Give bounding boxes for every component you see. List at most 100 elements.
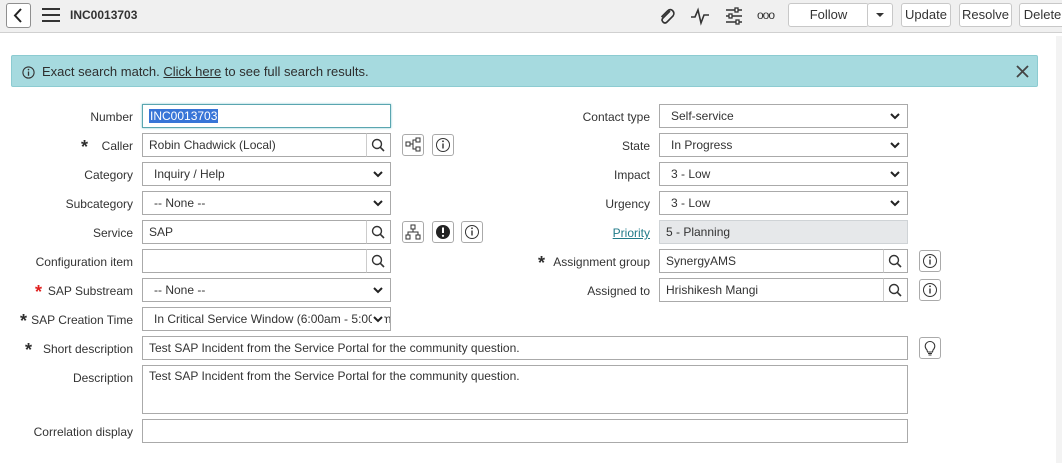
chevron-down-icon — [890, 113, 900, 120]
follow-dropdown-button[interactable] — [867, 3, 893, 27]
info-icon — [465, 225, 479, 239]
sap-creation-time-value: In Critical Service Window (6:00am - 5:0… — [154, 312, 391, 326]
short-description-field[interactable]: Test SAP Incident from the Service Porta… — [142, 336, 908, 360]
info-icon — [436, 138, 450, 152]
subcategory-label: Subcategory — [65, 197, 133, 211]
chevron-down-icon — [372, 312, 384, 326]
service-label: Service — [92, 226, 133, 240]
number-value: INC0013703 — [149, 109, 219, 123]
banner-text-after: to see full search results. — [221, 64, 369, 79]
assigned-to-label: Assigned to — [587, 284, 650, 298]
caller-lookup-button[interactable] — [366, 133, 391, 157]
hamburger-menu-icon[interactable] — [42, 8, 60, 22]
sap-substream-select[interactable]: -- None -- — [142, 278, 391, 302]
number-label: Number — [90, 110, 133, 124]
exclamation-icon — [436, 225, 450, 239]
chevron-down-icon — [373, 171, 383, 178]
sap-creation-time-select[interactable]: In Critical Service Window (6:00am - 5:0… — [142, 307, 391, 331]
subcategory-value: -- None -- — [154, 196, 206, 210]
assignment-group-label: Assignment group — [553, 255, 650, 269]
info-icon — [22, 66, 35, 79]
follow-button[interactable]: Follow — [788, 3, 869, 27]
category-select[interactable]: Inquiry / Help — [142, 162, 391, 186]
chevron-down-icon — [890, 171, 900, 178]
delete-button[interactable]: Delete — [1019, 3, 1062, 27]
resolve-button[interactable]: Resolve — [959, 3, 1012, 27]
service-map-button[interactable] — [402, 221, 424, 243]
search-icon — [888, 254, 902, 268]
subcategory-select[interactable]: -- None -- — [142, 191, 391, 215]
required-indicator: * — [81, 137, 89, 157]
assignment-group-field[interactable]: SynergyAMS — [659, 249, 884, 273]
search-icon — [888, 283, 902, 297]
required-indicator: * — [25, 340, 33, 360]
info-icon — [923, 283, 937, 297]
caller-hierarchy-button[interactable] — [402, 134, 424, 156]
urgency-value: 3 - Low — [671, 196, 711, 210]
paperclip-icon[interactable] — [657, 6, 677, 26]
state-label: State — [621, 139, 650, 153]
chevron-left-icon — [13, 8, 22, 23]
state-value: In Progress — [671, 138, 733, 152]
contact-type-value: Self-service — [671, 109, 734, 123]
state-select[interactable]: In Progress — [659, 133, 908, 157]
configuration-item-field[interactable] — [142, 249, 367, 273]
contact-type-label: Contact type — [582, 110, 650, 124]
configuration-item-label: Configuration item — [35, 255, 133, 269]
more-options-icon[interactable]: ooo — [757, 8, 775, 22]
search-icon — [371, 254, 385, 268]
correlation-display-field[interactable] — [142, 419, 908, 443]
number-field[interactable]: INC0013703 — [142, 104, 391, 128]
assignment-group-info-button[interactable] — [919, 250, 941, 272]
activity-stream-icon[interactable] — [690, 6, 710, 26]
personalize-form-icon[interactable] — [724, 6, 744, 26]
assigned-to-field[interactable]: Hrishikesh Mangi — [659, 278, 884, 302]
urgency-select[interactable]: 3 - Low — [659, 191, 908, 215]
description-textarea[interactable]: Test SAP Incident from the Service Porta… — [142, 365, 908, 414]
category-value: Inquiry / Help — [154, 167, 225, 181]
chevron-down-icon — [373, 287, 383, 294]
caller-field[interactable]: Robin Chadwick (Local) — [142, 133, 367, 157]
banner-message: Exact search match. Click here to see fu… — [42, 64, 369, 79]
chevron-down-icon — [890, 142, 900, 149]
service-map-icon — [405, 224, 421, 240]
sap-substream-value: -- None -- — [154, 283, 206, 297]
contact-type-select[interactable]: Self-service — [659, 104, 908, 128]
caret-down-icon — [876, 13, 884, 17]
priority-field: 5 - Planning — [659, 220, 908, 244]
suggestion-button[interactable] — [919, 337, 941, 359]
service-alert-button[interactable] — [432, 221, 454, 243]
back-button[interactable] — [6, 3, 31, 28]
urgency-label: Urgency — [605, 197, 650, 211]
short-description-label: Short description — [42, 342, 133, 356]
assignment-group-lookup-button[interactable] — [883, 249, 908, 273]
required-indicator: * — [20, 311, 28, 331]
assigned-to-info-button[interactable] — [919, 279, 941, 301]
search-icon — [371, 138, 385, 152]
chevron-down-icon — [890, 200, 900, 207]
service-info-button[interactable] — [461, 221, 483, 243]
full-search-link[interactable]: Click here — [163, 64, 221, 79]
service-field[interactable]: SAP — [142, 220, 367, 244]
update-button[interactable]: Update — [901, 3, 951, 27]
form-header: INC0013703 ooo Follow Update Resolve Del… — [0, 0, 1062, 33]
impact-select[interactable]: 3 - Low — [659, 162, 908, 186]
category-label: Category — [84, 168, 133, 182]
assigned-to-lookup-button[interactable] — [883, 278, 908, 302]
caller-info-button[interactable] — [432, 134, 454, 156]
scrollbar[interactable] — [1056, 36, 1062, 463]
service-lookup-button[interactable] — [366, 220, 391, 244]
lightbulb-icon — [924, 340, 936, 356]
required-indicator: * — [35, 282, 43, 302]
correlation-display-label: Correlation display — [33, 425, 133, 439]
close-icon[interactable] — [1015, 64, 1030, 79]
sap-creation-time-label: SAP Creation Time — [31, 313, 133, 327]
priority-link[interactable]: Priority — [613, 226, 650, 240]
sap-substream-label: SAP Substream — [47, 284, 133, 298]
description-label: Description — [72, 371, 133, 385]
record-title: INC0013703 — [70, 8, 138, 22]
chevron-down-icon — [373, 200, 383, 207]
impact-label: Impact — [613, 168, 650, 182]
configuration-item-lookup-button[interactable] — [366, 249, 391, 273]
banner-text-before: Exact search match. — [42, 64, 164, 79]
